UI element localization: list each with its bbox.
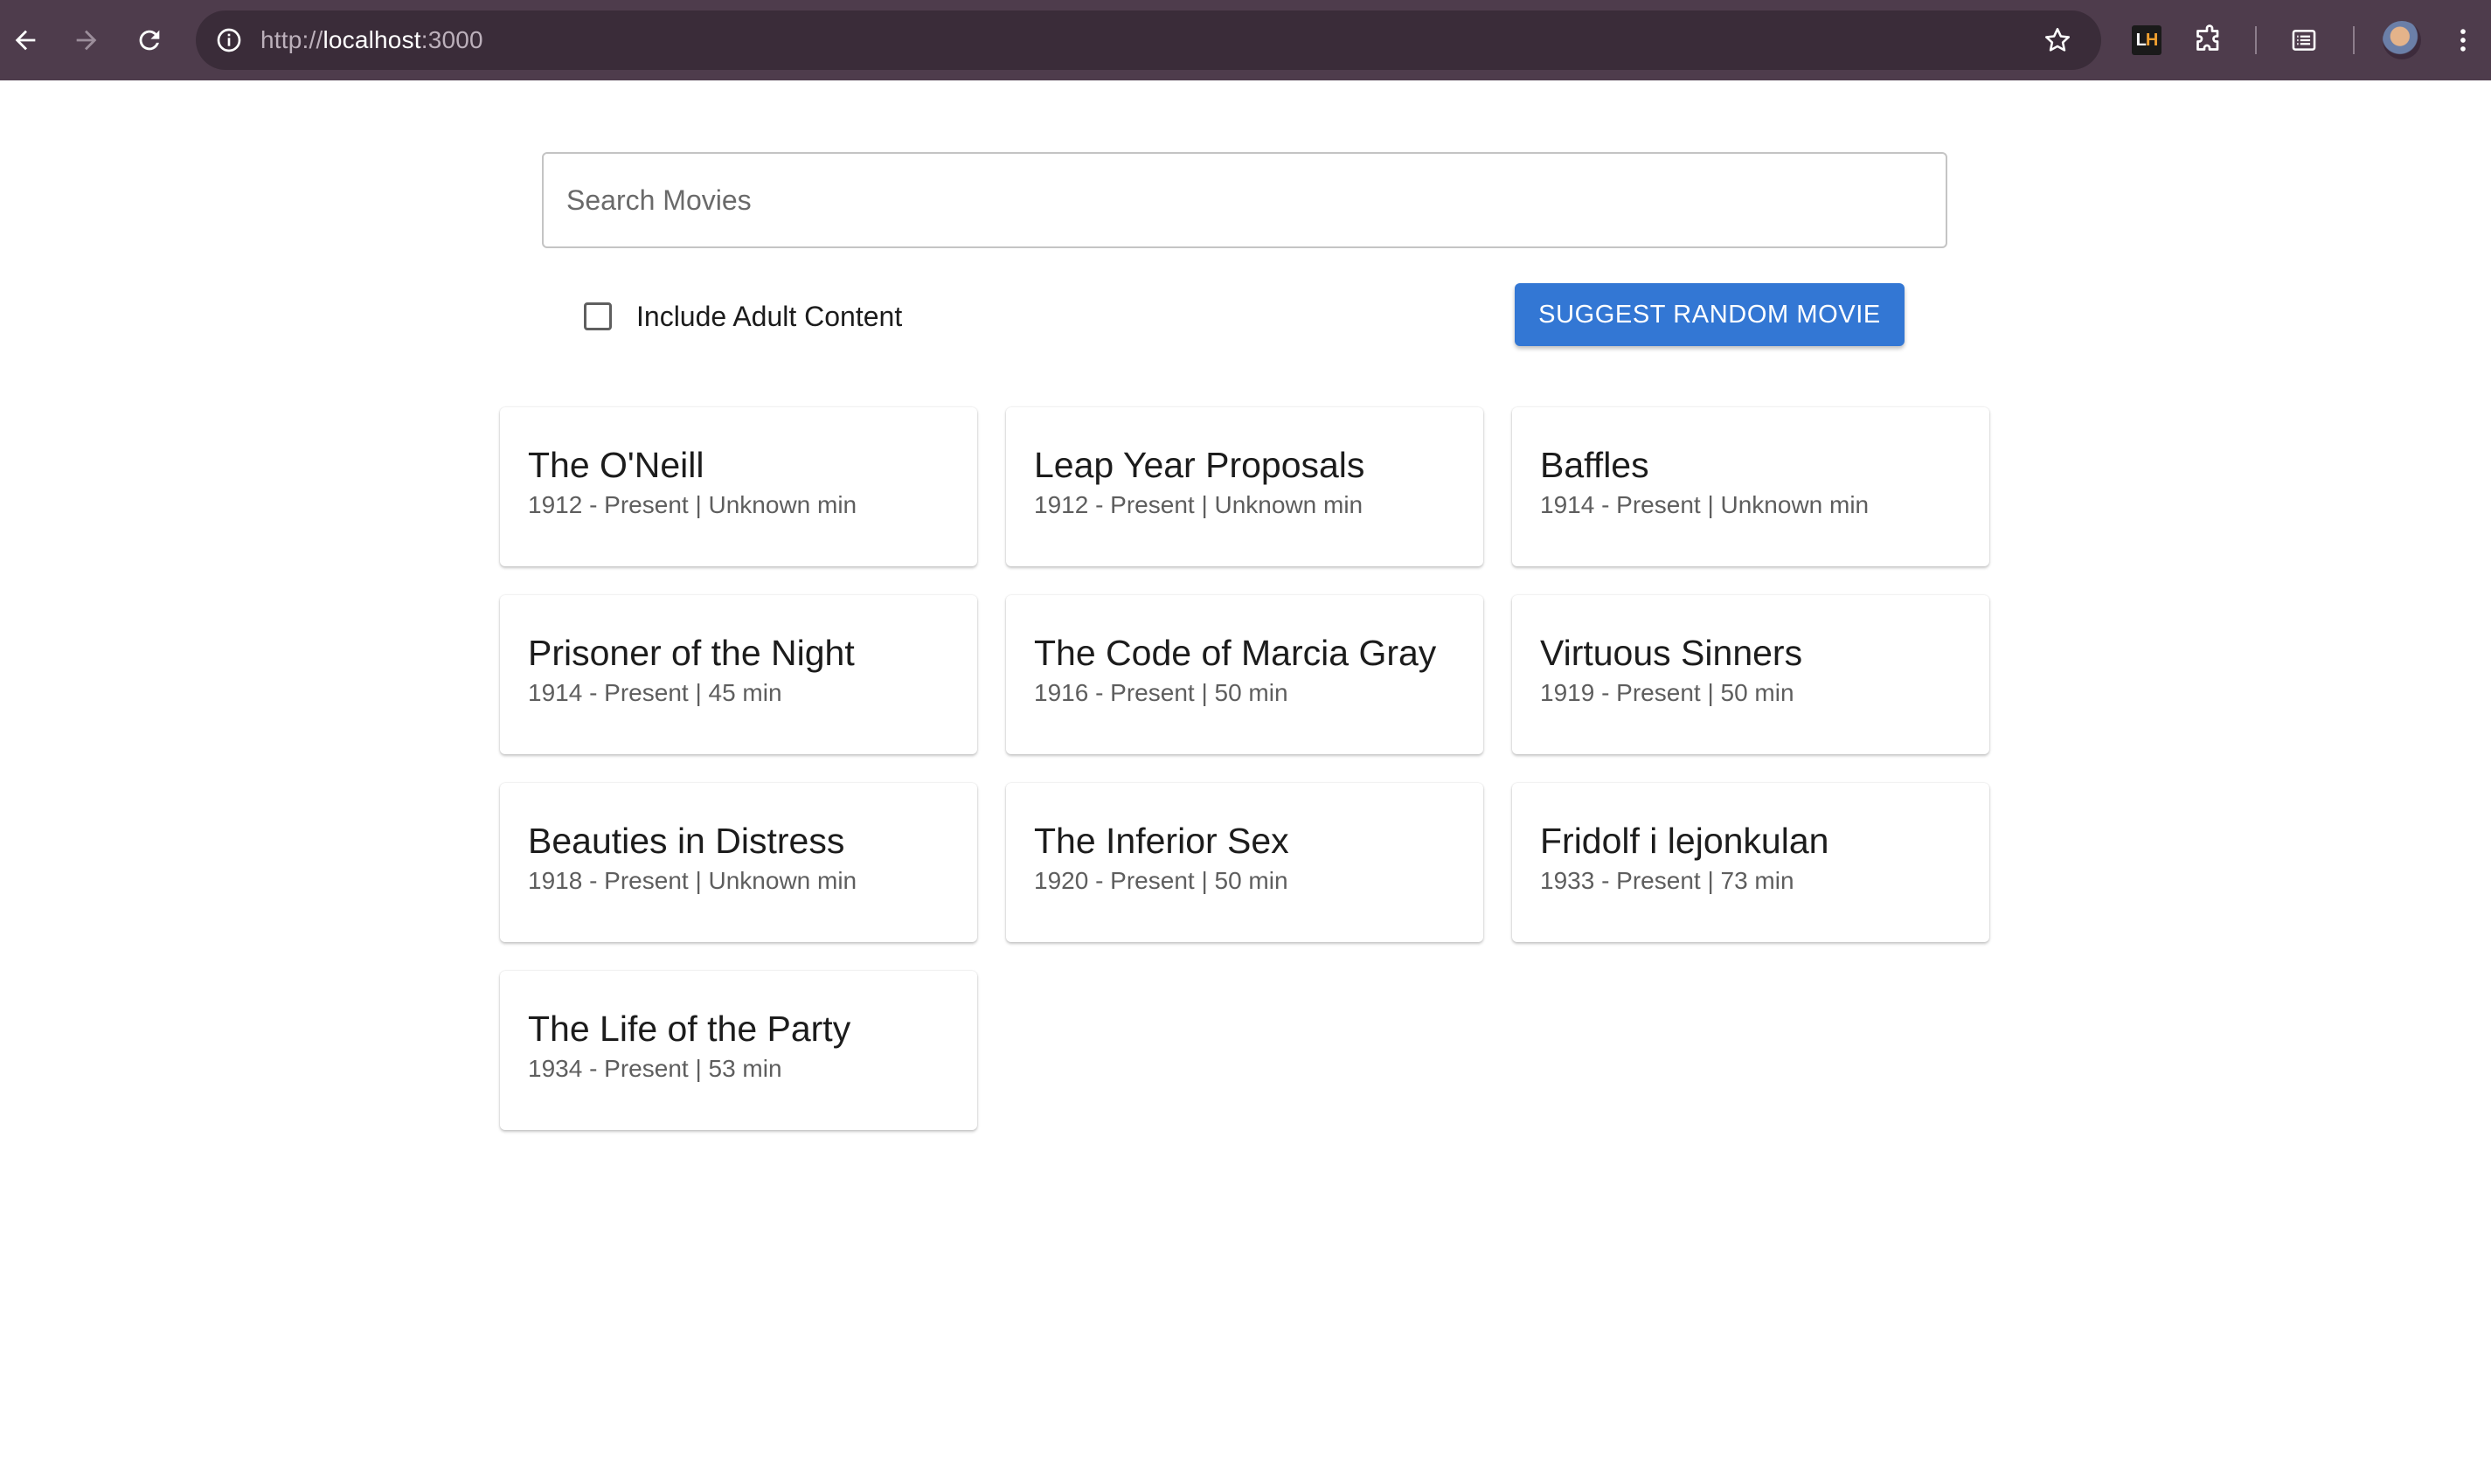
page-content: Include Adult Content SUGGEST RANDOM MOV… [0,80,2491,1484]
profile-avatar[interactable] [2383,21,2421,59]
forward-arrow-icon[interactable] [66,20,107,60]
movie-card[interactable]: Fridolf i lejonkulan 1933 - Present | 73… [1512,783,1989,942]
suggest-random-movie-button[interactable]: SUGGEST RANDOM MOVIE [1515,283,1905,346]
search-input[interactable] [542,152,1947,248]
more-menu-icon[interactable] [2444,21,2482,59]
movie-meta: 1912 - Present | Unknown min [1034,491,1363,518]
movie-title: Beauties in Distress [528,821,845,861]
movie-meta: 1918 - Present | Unknown min [528,867,857,894]
movie-card[interactable]: The Code of Marcia Gray 1916 - Present |… [1006,595,1483,754]
movie-title: The Inferior Sex [1034,821,1289,861]
movie-meta: 1919 - Present | 50 min [1540,679,1794,706]
movie-card[interactable]: Virtuous Sinners 1919 - Present | 50 min [1512,595,1989,754]
movie-meta: 1933 - Present | 73 min [1540,867,1794,894]
adult-content-checkbox[interactable] [584,302,612,330]
movie-title: The O'Neill [528,445,704,485]
movie-title: Baffles [1540,445,1649,485]
movie-title: The Life of the Party [528,1009,851,1049]
movie-title: Leap Year Proposals [1034,445,1365,485]
adult-content-toggle[interactable]: Include Adult Content [584,292,902,341]
movie-card[interactable]: Beauties in Distress 1918 - Present | Un… [500,783,977,942]
browser-toolbar: http://localhost:3000 LH [0,0,2491,80]
bookmark-star-icon[interactable] [2040,23,2075,58]
movie-card[interactable]: Prisoner of the Night 1914 - Present | 4… [500,595,977,754]
extensions-puzzle-icon[interactable] [2190,21,2229,59]
site-info-icon[interactable] [212,23,246,58]
adult-content-label: Include Adult Content [636,300,903,332]
movie-meta: 1934 - Present | 53 min [528,1055,782,1082]
reload-icon[interactable] [129,20,170,60]
movie-title: Virtuous Sinners [1540,633,1803,673]
reading-list-icon[interactable] [2285,21,2323,59]
lighthouse-extension-icon[interactable]: LH [2127,21,2166,59]
toolbar-divider [2353,26,2355,54]
movie-meta: 1916 - Present | 50 min [1034,679,1288,706]
movie-meta: 1914 - Present | Unknown min [1540,491,1870,518]
movie-title: Fridolf i lejonkulan [1540,821,1829,861]
movie-card[interactable]: The O'Neill 1912 - Present | Unknown min [500,407,977,566]
address-bar[interactable]: http://localhost:3000 [196,10,2101,70]
movie-meta: 1914 - Present | 45 min [528,679,782,706]
address-url: http://localhost:3000 [260,26,483,53]
movie-title: Prisoner of the Night [528,633,855,673]
back-arrow-icon[interactable] [5,20,45,60]
movie-card[interactable]: The Inferior Sex 1920 - Present | 50 min [1006,783,1483,942]
movie-card[interactable]: Leap Year Proposals 1912 - Present | Unk… [1006,407,1483,566]
movie-meta: 1912 - Present | Unknown min [528,491,857,518]
movie-card[interactable]: The Life of the Party 1934 - Present | 5… [500,971,977,1130]
movie-title: The Code of Marcia Gray [1034,633,1437,673]
movie-card[interactable]: Baffles 1914 - Present | Unknown min [1512,407,1989,566]
movie-meta: 1920 - Present | 50 min [1034,867,1288,894]
toolbar-divider [2255,26,2257,54]
movie-grid: The O'Neill 1912 - Present | Unknown min… [500,407,1989,1130]
